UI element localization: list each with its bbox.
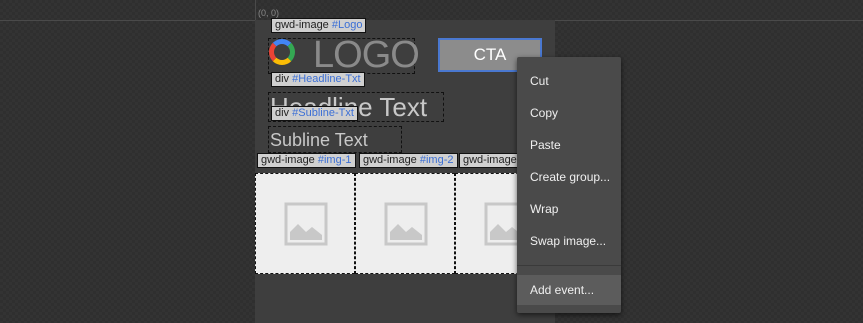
subline-text[interactable]: Subline Text bbox=[270, 129, 368, 151]
subline-tag-type: div bbox=[275, 107, 290, 119]
image-placeholder-icon bbox=[384, 202, 428, 246]
img1-tag-type: gwd-image bbox=[261, 154, 315, 166]
ring-logo-icon bbox=[269, 39, 295, 65]
headline-tag: div #Headline-Txt bbox=[271, 72, 365, 87]
menu-item-swap-image[interactable]: Swap image... bbox=[517, 226, 621, 256]
img2-tag-id: #img-2 bbox=[419, 154, 454, 166]
img1-tag: gwd-image #img-1 bbox=[257, 153, 356, 168]
origin-label: (0, 0) bbox=[258, 8, 280, 18]
headline-tag-id: #Headline-Txt bbox=[292, 73, 361, 85]
headline-tag-type: div bbox=[275, 73, 290, 85]
menu-item-create-group[interactable]: Create group... bbox=[517, 162, 621, 192]
menu-item-copy[interactable]: Copy bbox=[517, 98, 621, 128]
logo-tag: gwd-image #Logo bbox=[271, 18, 367, 33]
logo-image[interactable]: LOGO bbox=[269, 36, 420, 74]
img1-tag-id: #img-1 bbox=[317, 154, 352, 166]
menu-item-wrap[interactable]: Wrap bbox=[517, 194, 621, 224]
menu-item-paste[interactable]: Paste bbox=[517, 130, 621, 160]
img3-tag-type: gwd-image bbox=[463, 154, 517, 166]
image-placeholder-1[interactable] bbox=[255, 173, 355, 274]
img2-tag: gwd-image #img-2 bbox=[359, 153, 458, 168]
menu-item-cut[interactable]: Cut bbox=[517, 66, 621, 96]
logo-tag-id: #Logo bbox=[331, 19, 363, 31]
logo-text: LOGO bbox=[313, 34, 420, 76]
context-menu: Cut Copy Paste Create group... Wrap Swap… bbox=[517, 57, 621, 313]
subline-tag-id: #Subline-Txt bbox=[292, 107, 354, 119]
logo-tag-type: gwd-image bbox=[275, 19, 329, 31]
image-placeholder-2[interactable] bbox=[355, 173, 455, 274]
img3-tag: gwd-image bbox=[459, 153, 521, 168]
menu-separator bbox=[517, 265, 621, 266]
menu-item-add-event[interactable]: Add event... bbox=[517, 275, 621, 305]
subline-tag: div #Subline-Txt bbox=[271, 106, 358, 121]
image-placeholder-icon bbox=[284, 202, 328, 246]
img2-tag-type: gwd-image bbox=[363, 154, 417, 166]
